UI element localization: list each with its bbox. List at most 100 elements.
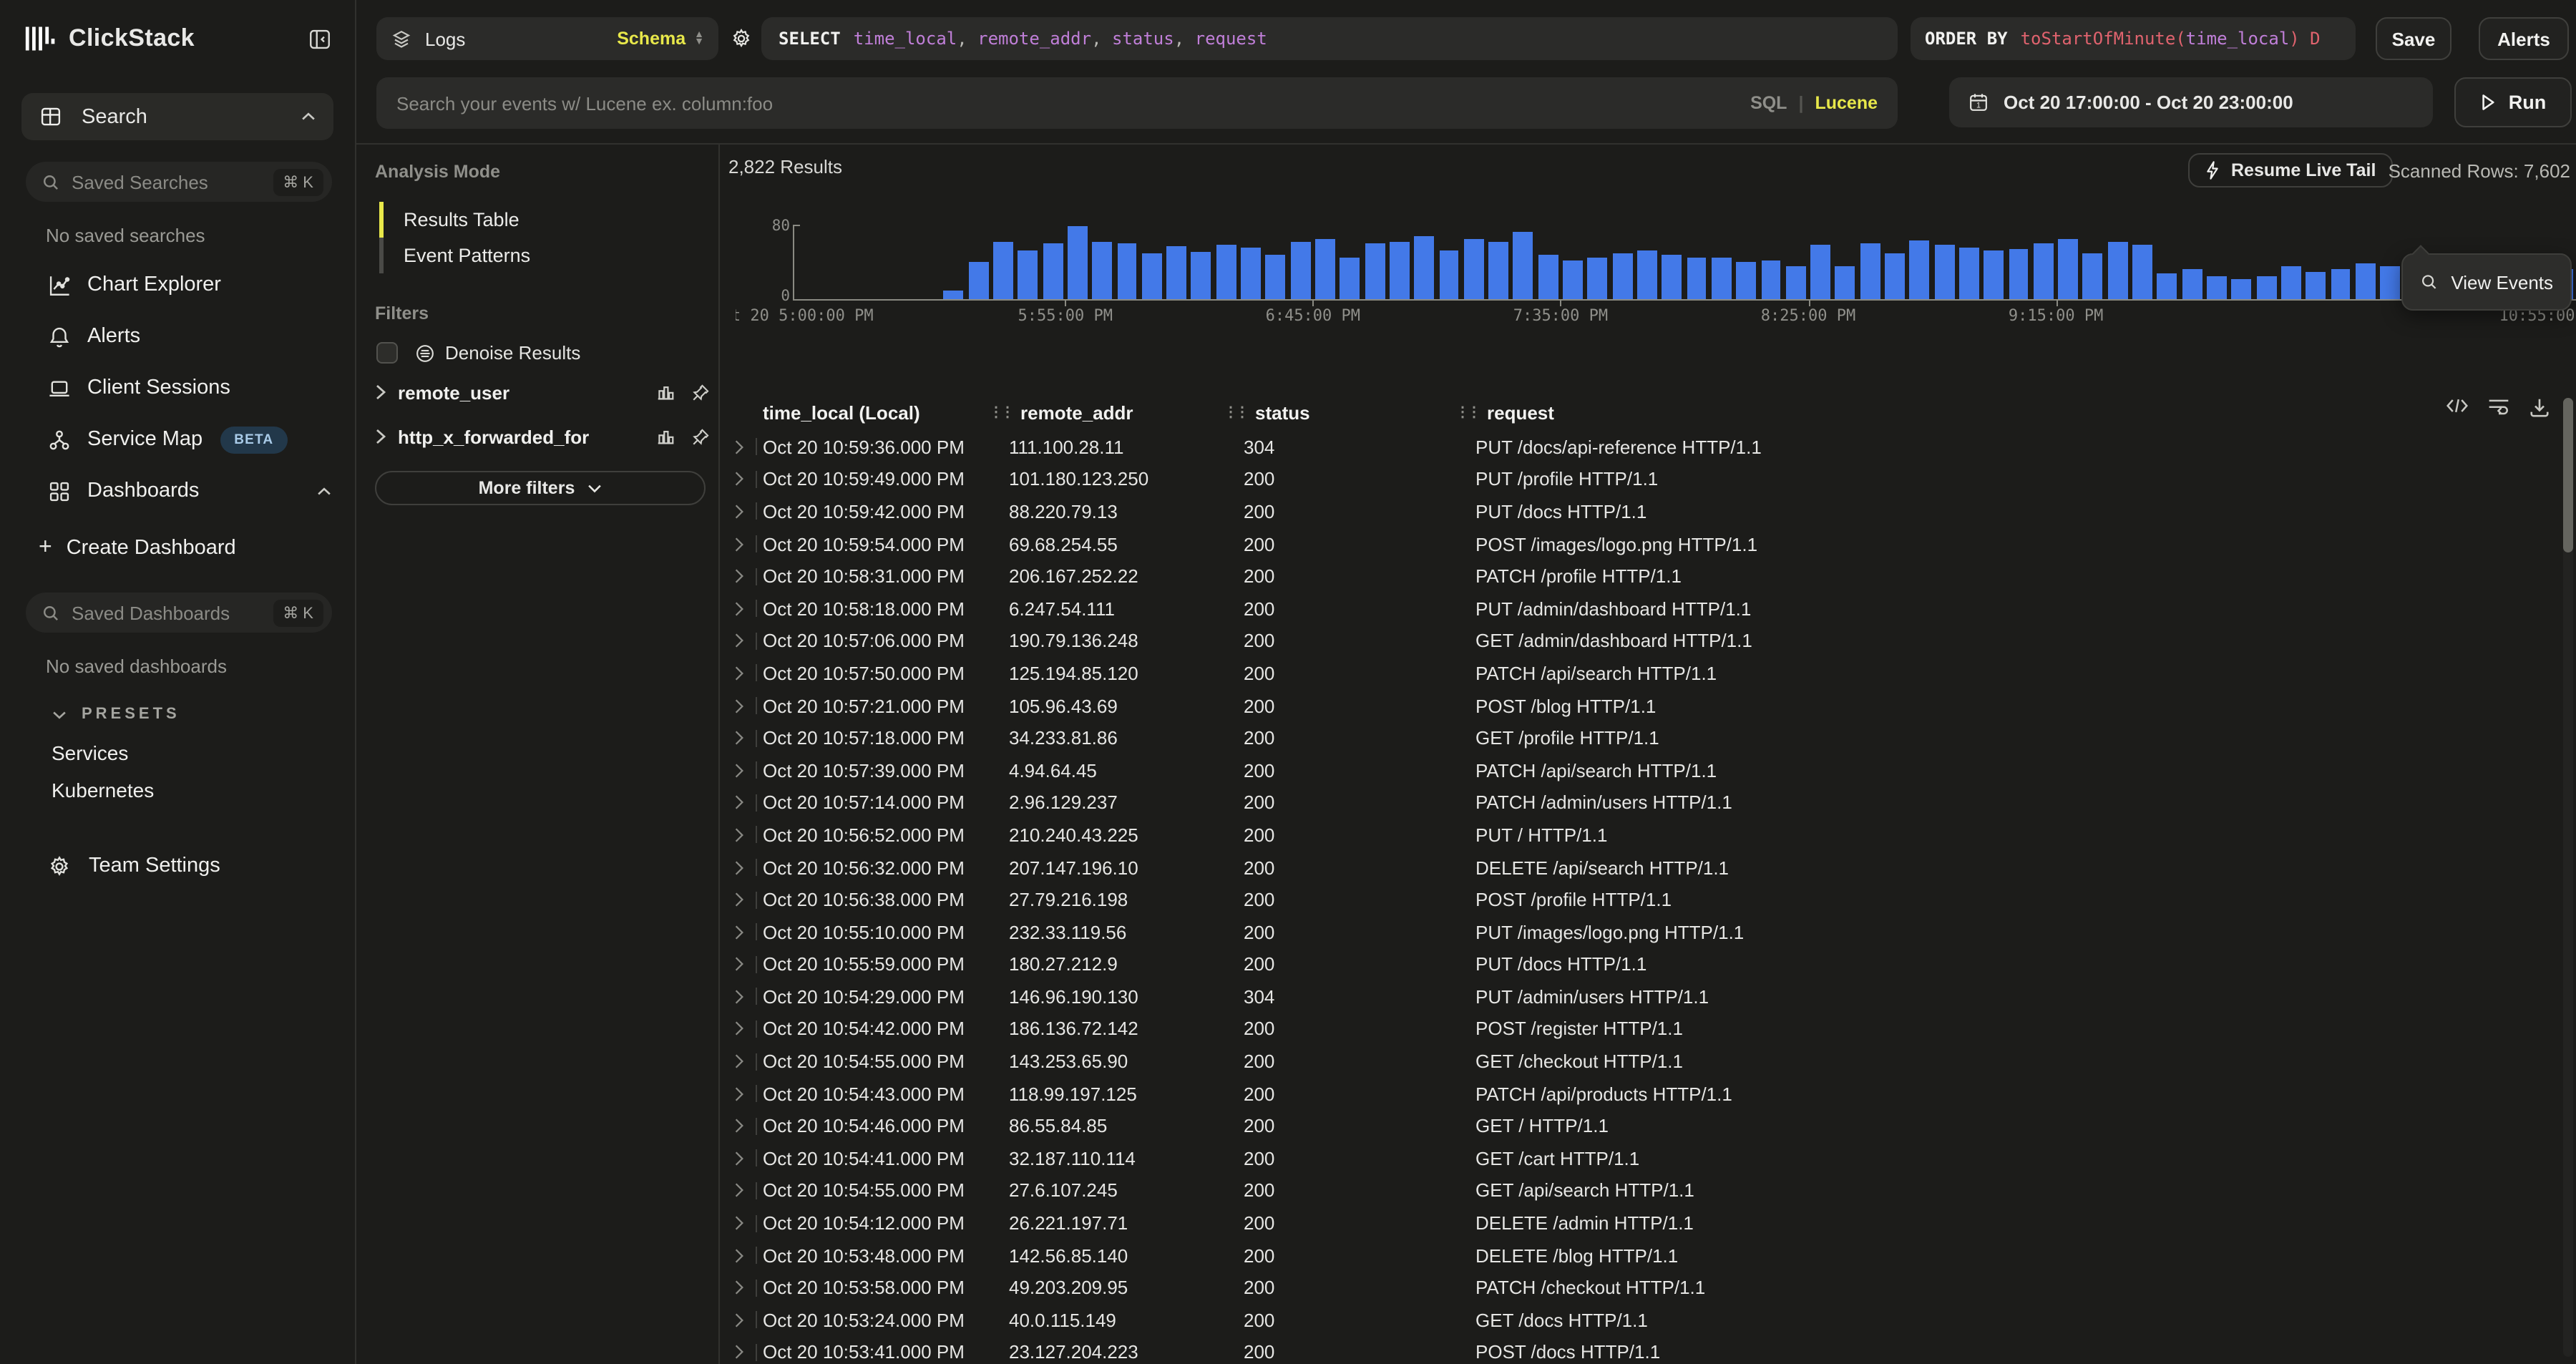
histogram-bar[interactable] <box>2083 253 2103 299</box>
wrap-lines-icon[interactable] <box>2487 396 2510 418</box>
histogram-bar[interactable] <box>1414 237 1434 299</box>
drag-handle-icon[interactable]: ⋮⋮ <box>989 406 1012 420</box>
table-row[interactable]: Oct 20 10:58:18.000 PM6.247.54.111200PUT… <box>734 593 2576 625</box>
table-row[interactable]: Oct 20 10:55:10.000 PM232.33.119.56200PU… <box>734 916 2576 948</box>
histogram-bar[interactable] <box>1959 248 1979 300</box>
sidebar-item-service-map[interactable]: Service MapBETA <box>0 414 355 465</box>
table-row[interactable]: Oct 20 10:53:41.000 PM23.127.204.223200P… <box>734 1336 2576 1364</box>
histogram-bar[interactable] <box>1810 245 1830 299</box>
table-row[interactable]: Oct 20 10:53:24.000 PM40.0.115.149200GET… <box>734 1304 2576 1336</box>
schema-mode-label[interactable]: Schema <box>617 29 686 49</box>
histogram-bar[interactable] <box>1166 246 1186 299</box>
histogram-bar[interactable] <box>1488 241 1508 299</box>
histogram-bar[interactable] <box>2034 243 2054 299</box>
lucene-toggle[interactable]: Lucene <box>1815 93 1878 113</box>
histogram-bar[interactable] <box>2380 267 2400 300</box>
histogram-bar[interactable] <box>1142 253 1162 299</box>
histogram-bar[interactable] <box>1637 250 1657 299</box>
denoise-checkbox[interactable] <box>376 342 398 364</box>
histogram-bar[interactable] <box>2108 243 2128 299</box>
table-row[interactable]: Oct 20 10:57:50.000 PM125.194.85.120200P… <box>734 657 2576 689</box>
histogram-bar[interactable] <box>1712 258 1732 300</box>
expand-row-chevron-icon[interactable] <box>734 1344 763 1361</box>
resume-live-tail-button[interactable]: Resume Live Tail <box>2188 153 2393 187</box>
drag-handle-icon[interactable]: ⋮⋮ <box>1224 406 1246 420</box>
table-row[interactable]: Oct 20 10:56:38.000 PM27.79.216.198200PO… <box>734 884 2576 916</box>
preset-item-services[interactable]: Services <box>0 734 355 771</box>
filter-field-remote_user[interactable]: remote_user <box>375 376 710 408</box>
expand-row-chevron-icon[interactable] <box>734 1312 763 1329</box>
histogram-bar[interactable] <box>2009 249 2029 299</box>
table-row[interactable]: Oct 20 10:56:32.000 PM207.147.196.10200D… <box>734 851 2576 883</box>
histogram-bar[interactable] <box>2058 239 2078 300</box>
histogram-bar[interactable] <box>1390 241 1410 299</box>
filter-field-http_x_forwarded_for[interactable]: http_x_forwarded_for <box>375 421 710 452</box>
expand-row-chevron-icon[interactable] <box>734 794 763 812</box>
alerts-button[interactable]: Alerts <box>2479 17 2569 60</box>
table-row[interactable]: Oct 20 10:54:12.000 PM26.221.197.71200DE… <box>734 1207 2576 1239</box>
field-chart-icon[interactable] <box>655 428 675 445</box>
histogram-bar[interactable] <box>1687 258 1707 299</box>
table-row[interactable]: Oct 20 10:59:42.000 PM88.220.79.13200PUT… <box>734 495 2576 527</box>
table-row[interactable]: Oct 20 10:53:58.000 PM49.203.209.95200PA… <box>734 1272 2576 1304</box>
event-search-input[interactable] <box>396 92 1750 114</box>
analysis-mode-event-patterns[interactable]: Event Patterns <box>379 238 718 273</box>
expand-row-chevron-icon[interactable] <box>734 1118 763 1135</box>
expand-row-chevron-icon[interactable] <box>734 1085 763 1102</box>
scrollbar-thumb[interactable] <box>2563 398 2573 552</box>
histogram-bar[interactable] <box>944 290 964 299</box>
histogram-bar[interactable] <box>1885 253 1905 299</box>
histogram-bar[interactable] <box>2331 269 2351 299</box>
histogram-bar[interactable] <box>1290 241 1310 299</box>
histogram-bar[interactable] <box>1266 255 1286 299</box>
expand-row-chevron-icon[interactable] <box>734 761 763 779</box>
histogram-bar[interactable] <box>1588 258 1608 300</box>
table-row[interactable]: Oct 20 10:57:06.000 PM190.79.136.248200G… <box>734 625 2576 657</box>
sql-toggle[interactable]: SQL <box>1750 93 1787 113</box>
histogram-bar[interactable] <box>1786 266 1806 299</box>
histogram-bar[interactable] <box>1117 243 1137 299</box>
expand-row-chevron-icon[interactable] <box>734 535 763 552</box>
sidebar-item-chart-explorer[interactable]: Chart Explorer <box>0 259 355 311</box>
histogram-bar[interactable] <box>1910 240 1930 299</box>
column-header-request[interactable]: ⋮⋮request <box>1475 402 2533 424</box>
table-row[interactable]: Oct 20 10:54:46.000 PM86.55.84.85200GET … <box>734 1110 2576 1142</box>
histogram-bar[interactable] <box>1860 243 1880 299</box>
histogram-bar[interactable] <box>2356 264 2376 299</box>
analysis-mode-results-table[interactable]: Results Table <box>379 202 718 238</box>
histogram-bar[interactable] <box>2256 276 2276 300</box>
table-row[interactable]: Oct 20 10:55:59.000 PM180.27.212.9200PUT… <box>734 948 2576 980</box>
histogram-bar[interactable] <box>1538 255 1558 299</box>
sidebar-item-alerts[interactable]: Alerts <box>0 311 355 362</box>
expand-row-chevron-icon[interactable] <box>734 471 763 488</box>
table-row[interactable]: Oct 20 10:59:49.000 PM101.180.123.250200… <box>734 463 2576 495</box>
histogram-bar[interactable] <box>1241 248 1261 300</box>
histogram-bar[interactable] <box>1563 260 1583 299</box>
select-clause-field[interactable]: SELECT time_local, remote_addr, status, … <box>761 17 1898 60</box>
table-row[interactable]: Oct 20 10:57:14.000 PM2.96.129.237200PAT… <box>734 786 2576 819</box>
collapse-sidebar-icon[interactable] <box>308 26 332 51</box>
field-pin-icon[interactable] <box>691 427 710 446</box>
histogram-bar[interactable] <box>1093 241 1113 299</box>
denoise-results-toggle[interactable]: Denoise Results <box>376 342 718 364</box>
sidebar-item-client-sessions[interactable]: Client Sessions <box>0 362 355 414</box>
table-row[interactable]: Oct 20 10:57:21.000 PM105.96.43.69200POS… <box>734 690 2576 722</box>
histogram-bar[interactable] <box>968 262 988 299</box>
histogram-bar[interactable] <box>1191 252 1211 299</box>
column-header-remote_addr[interactable]: ⋮⋮remote_addr <box>1009 402 1244 424</box>
source-select[interactable]: Logs Schema ▲▼ <box>376 17 718 60</box>
table-row[interactable]: Oct 20 10:56:52.000 PM210.240.43.225200P… <box>734 819 2576 851</box>
expand-row-chevron-icon[interactable] <box>734 827 763 844</box>
expand-row-chevron-icon[interactable] <box>734 600 763 618</box>
expand-row-chevron-icon[interactable] <box>734 439 763 456</box>
column-header-status[interactable]: ⋮⋮status <box>1244 402 1475 424</box>
histogram-bar[interactable] <box>1835 266 1855 299</box>
download-icon[interactable] <box>2529 396 2550 418</box>
sidebar-item-team-settings[interactable]: Team Settings <box>0 840 355 892</box>
expand-row-chevron-icon[interactable] <box>734 956 763 973</box>
expand-row-chevron-icon[interactable] <box>734 923 763 940</box>
saved-searches-input[interactable] <box>72 171 273 193</box>
expand-row-chevron-icon[interactable] <box>734 1182 763 1199</box>
histogram-bar[interactable] <box>1984 250 2004 299</box>
source-settings-gear-icon[interactable] <box>730 27 753 50</box>
